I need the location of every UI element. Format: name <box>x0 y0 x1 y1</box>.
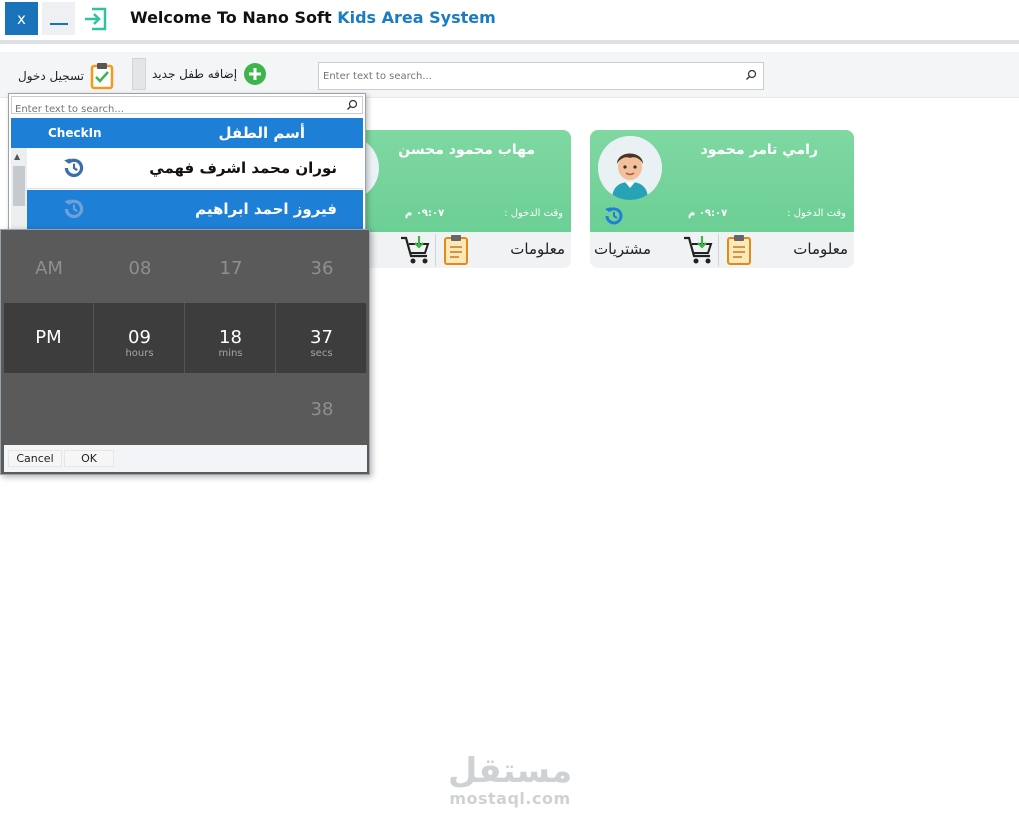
time-picker-selected-row: PM 09 hours 18 mins 37 secs <box>4 303 367 373</box>
title-separator <box>0 40 1019 44</box>
search-icon[interactable] <box>346 99 358 111</box>
entry-time-label: وقت الدخول : <box>787 208 846 219</box>
column-header-name[interactable]: أسم الطفل <box>219 124 305 142</box>
add-child-button[interactable]: إضافه طفل جديد <box>152 62 267 86</box>
info-button[interactable]: معلومات <box>793 240 848 258</box>
column-header-checkin[interactable]: CheckIn <box>48 126 102 140</box>
plus-circle-icon <box>244 63 267 85</box>
child-card[interactable]: رامي تامر محمود وقت الدخول : ٠٩:٠٧ م معل… <box>590 130 854 268</box>
info-button[interactable]: معلومات <box>510 240 565 258</box>
add-child-label: إضافه طفل جديد <box>152 67 238 81</box>
lookup-row-selected[interactable]: فيروز احمد ابراهيم <box>27 190 363 230</box>
child-card-actions: معلومات مشتريات <box>590 232 854 268</box>
history-icon[interactable] <box>61 155 87 181</box>
lookup-scrollbar[interactable]: ▲ <box>11 148 27 232</box>
close-label: x <box>17 9 26 28</box>
hours-prev[interactable]: 08 <box>95 232 185 302</box>
title-bar: x Welcome To Nano Soft Kids Area System <box>0 0 1019 40</box>
app-title: Welcome To Nano Soft Kids Area System <box>130 8 496 27</box>
lookup-row[interactable]: نوران محمد اشرف فهمي <box>27 149 363 189</box>
lookup-search-input[interactable] <box>12 101 342 118</box>
child-avatar <box>598 136 662 200</box>
watermark-arabic: مستقل <box>447 751 573 791</box>
time-picker-next-row: 38 <box>4 373 367 443</box>
lookup-row-name: فيروز احمد ابراهيم <box>195 200 337 218</box>
logout-icon <box>84 7 106 30</box>
action-separator <box>718 234 719 266</box>
checkin-button[interactable]: تسجيل دخول <box>18 62 114 90</box>
clipboard-check-icon <box>90 63 114 90</box>
secs-selected[interactable]: 37 secs <box>277 303 367 373</box>
clipboard-icon[interactable] <box>726 234 752 266</box>
main-search-input[interactable] <box>319 63 739 89</box>
minimize-icon <box>49 22 68 25</box>
toolbar: تسجيل دخول إضافه طفل جديد <box>0 52 1019 98</box>
lookup-grid-header: CheckIn أسم الطفل <box>11 118 363 148</box>
app-title-system: Kids Area System <box>337 8 496 27</box>
close-button[interactable]: x <box>5 2 38 35</box>
time-picker-footer: Cancel OK <box>4 445 367 472</box>
period-prev[interactable]: AM <box>4 232 94 302</box>
lookup-search-box <box>11 96 363 118</box>
period-selected[interactable]: PM <box>4 303 94 373</box>
app-title-welcome: Welcome To Nano Soft <box>130 8 332 27</box>
app-window: x Welcome To Nano Soft Kids Area System … <box>0 0 1019 836</box>
clipboard-icon[interactable] <box>443 234 469 266</box>
child-name: رامي تامر محمود <box>700 142 818 158</box>
secs-unit: secs <box>310 348 333 359</box>
child-lookup-dropdown: CheckIn أسم الطفل ▲ نوران محمد اشرف فهمي… <box>8 93 366 233</box>
checkin-label: تسجيل دخول <box>18 69 84 83</box>
watermark-latin: mostaql.com <box>449 789 571 808</box>
action-separator <box>435 234 436 266</box>
secs-next[interactable]: 38 <box>277 373 367 443</box>
search-icon[interactable] <box>745 69 757 81</box>
history-icon[interactable] <box>61 196 87 222</box>
time-picker-prev-row: AM 08 17 36 <box>4 232 367 302</box>
watermark-logo: مستقل mostaql.com <box>440 752 580 808</box>
main-search-box <box>318 62 764 90</box>
child-card-header: رامي تامر محمود وقت الدخول : ٠٩:٠٧ م <box>590 130 854 232</box>
mins-unit: mins <box>218 348 243 359</box>
logout-button[interactable] <box>79 2 112 35</box>
purchases-button[interactable]: مشتريات <box>594 240 651 258</box>
time-picker: AM 08 17 36 PM 09 hours 18 mins 37 secs 38 … <box>0 229 370 475</box>
scroll-thumb[interactable] <box>13 166 25 206</box>
history-icon[interactable] <box>602 204 626 228</box>
child-name: مهاب محمود محسن <box>398 142 535 158</box>
mins-selected[interactable]: 18 mins <box>186 303 276 373</box>
minimize-button[interactable] <box>42 2 75 35</box>
entry-time-value: ٠٩:٠٧ م <box>688 208 728 219</box>
cart-icon[interactable] <box>399 234 433 266</box>
toolbar-separator <box>132 58 146 90</box>
mins-prev[interactable]: 17 <box>186 232 276 302</box>
lookup-row-name: نوران محمد اشرف فهمي <box>149 159 337 177</box>
boy-avatar-icon <box>598 136 662 200</box>
secs-prev[interactable]: 36 <box>277 232 367 302</box>
hours-unit: hours <box>125 348 154 359</box>
hours-selected[interactable]: 09 hours <box>95 303 185 373</box>
ok-button[interactable]: OK <box>64 450 114 467</box>
cart-icon[interactable] <box>682 234 716 266</box>
cancel-button[interactable]: Cancel <box>8 450 62 467</box>
entry-time-value: ٠٩:٠٧ م <box>405 208 445 219</box>
entry-time-label: وقت الدخول : <box>504 208 563 219</box>
scroll-up-icon[interactable]: ▲ <box>14 152 20 161</box>
